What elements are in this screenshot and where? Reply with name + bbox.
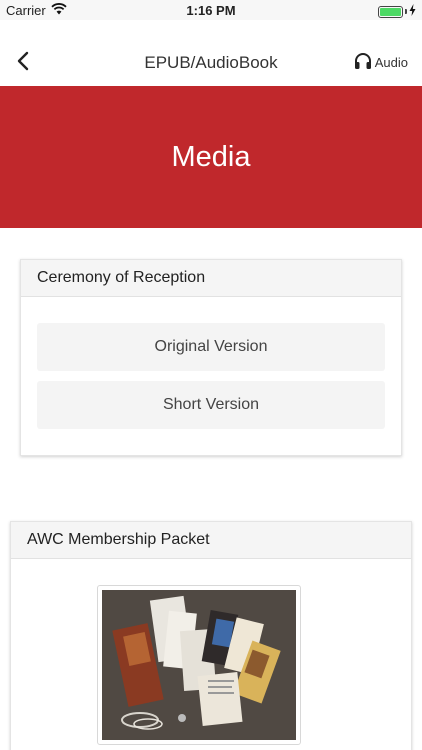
status-right <box>378 4 416 19</box>
membership-packet-header: AWC Membership Packet <box>11 522 411 559</box>
headphones-icon <box>354 52 372 73</box>
short-version-button[interactable]: Short Version <box>37 381 385 429</box>
battery-level <box>380 7 401 16</box>
status-bar: Carrier 1:16 PM <box>0 0 422 20</box>
audio-label: Audio <box>374 55 408 70</box>
packet-photo-illustration <box>102 590 296 740</box>
original-version-button[interactable]: Original Version <box>37 323 385 371</box>
membership-packet-image[interactable] <box>97 585 301 745</box>
bolt-icon <box>409 4 416 19</box>
navigation-bar: EPUB/AudioBook Audio <box>0 20 422 86</box>
banner-title: Media <box>171 140 251 173</box>
packet-photo <box>102 590 296 740</box>
app-screen: Carrier 1:16 PM EPUB/AudioBook Audio Med… <box>0 0 422 750</box>
status-time: 1:16 PM <box>186 3 236 18</box>
media-banner: Media <box>0 86 422 228</box>
membership-packet-card: AWC Membership Packet <box>10 521 412 750</box>
audio-button[interactable]: Audio <box>354 52 408 73</box>
reception-card-body: Original Version Short Version <box>21 297 401 429</box>
reception-card-header: Ceremony of Reception <box>21 260 401 297</box>
reception-card: Ceremony of Reception Original Version S… <box>20 259 402 456</box>
battery-cap <box>405 9 407 14</box>
battery-icon <box>378 5 403 18</box>
